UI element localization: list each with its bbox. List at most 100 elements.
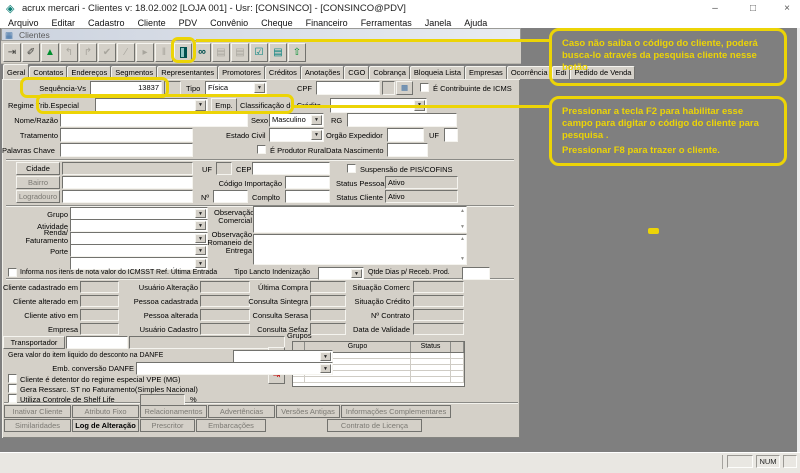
binoculars-icon[interactable]: ∞ <box>193 43 211 62</box>
nome-input[interactable] <box>60 113 248 127</box>
numero-input[interactable] <box>213 190 248 203</box>
menu-convenio[interactable]: Convênio <box>210 18 248 28</box>
versoes-antigas-button[interactable]: Versões Antigas <box>276 405 340 418</box>
tipo-lancto-select[interactable]: ▼ <box>318 267 364 280</box>
contrato-de-licenca-button[interactable]: Contrato de Licença <box>327 419 422 432</box>
chevron-down-icon: ▼ <box>195 246 206 255</box>
cidade-button[interactable]: Cidade <box>16 162 60 175</box>
palavras-chave-input[interactable] <box>60 143 193 157</box>
observacao-romaneio-textarea[interactable]: ▲ ▼ <box>253 234 467 265</box>
advertencias-button[interactable]: Advertências <box>208 405 275 418</box>
grid-row[interactable] <box>293 377 464 383</box>
alterado-em-field <box>80 295 119 307</box>
menu-editar[interactable]: Editar <box>52 18 76 28</box>
prescritor-button[interactable]: Prescritor <box>140 419 195 432</box>
tab-cgo[interactable]: CGO <box>344 66 370 79</box>
tab-segmentos[interactable]: Segmentos <box>111 66 158 79</box>
cep-input[interactable] <box>252 162 330 175</box>
menu-arquivo[interactable]: Arquivo <box>8 18 39 28</box>
rg-label: RG <box>331 116 343 125</box>
embarcacoes-button[interactable]: Embarcações <box>196 419 266 432</box>
import-icon[interactable]: ⇧ <box>288 43 306 62</box>
bairro-input[interactable] <box>62 176 193 189</box>
porte-select[interactable]: ▼ <box>70 244 208 257</box>
uf-rg-input[interactable] <box>444 128 458 142</box>
observacao-comercial-label: Observação Comercial <box>214 208 255 225</box>
shelf-life-checkbox[interactable] <box>8 394 17 403</box>
menu-pdv[interactable]: PDV <box>179 18 198 28</box>
transportador-codigo-input[interactable] <box>66 336 128 349</box>
exit-icon[interactable]: ⇥ <box>3 43 21 62</box>
client-search-icon[interactable] <box>174 43 192 62</box>
menu-cheque[interactable]: Cheque <box>261 18 293 28</box>
pessoa-cadastrada-field <box>200 295 250 307</box>
filter-icon: ▤ <box>212 43 230 62</box>
menu-ferramentas[interactable]: Ferramentas <box>361 18 412 28</box>
informa-icmsst-checkbox[interactable] <box>8 268 17 277</box>
marked-list-icon[interactable]: ☑ <box>250 43 268 62</box>
sequencia-input[interactable]: 13837 <box>90 81 162 95</box>
logradouro-input[interactable] <box>62 190 193 203</box>
vpe-label: Cliente é detentor do regime especial VP… <box>20 375 181 384</box>
tab-bloqueia-lista[interactable]: Bloqueia Lista <box>409 66 466 79</box>
maximize-button[interactable]: □ <box>738 0 768 17</box>
data-nascimento-input[interactable] <box>387 143 428 157</box>
tipo-select[interactable]: Física ▼ <box>205 81 267 95</box>
cpf-input[interactable] <box>316 81 380 95</box>
atributo-fixo-button[interactable]: Atributo Fixo <box>72 405 139 418</box>
produtor-rural-checkbox[interactable] <box>257 145 266 154</box>
tab-contatos[interactable]: Contatos <box>29 66 68 79</box>
cpf-lookup-button[interactable]: ▦ <box>396 81 413 95</box>
tab-ocorrencia[interactable]: Ocorrência <box>506 66 552 79</box>
vpe-checkbox[interactable] <box>8 374 17 383</box>
logradouro-button: Logradouro <box>16 190 60 203</box>
ressarc-checkbox[interactable] <box>8 384 17 393</box>
tab-empresas[interactable]: Empresas <box>465 66 507 79</box>
tab-geral[interactable]: Geral <box>3 64 30 79</box>
qtde-dias-input[interactable] <box>462 267 490 280</box>
menu-janela[interactable]: Janela <box>425 18 452 28</box>
app-icon: ◈ <box>6 3 15 15</box>
tab-representantes[interactable]: Representantes <box>157 66 219 79</box>
pessoa-alterada-label: Pessoa alterada <box>143 311 198 320</box>
gera-valor-danfe-label: Gera valor do item liquido do desconto n… <box>8 352 164 359</box>
annotation-connector-line <box>292 105 549 108</box>
menu-financeiro[interactable]: Financeiro <box>306 18 348 28</box>
minimize-button[interactable]: – <box>700 0 730 17</box>
complto-input[interactable] <box>285 190 330 203</box>
inativar-cliente-button[interactable]: Inativar Cliente <box>4 405 71 418</box>
tab-anotacoes[interactable]: Anotações <box>300 66 345 79</box>
rg-input[interactable] <box>347 113 457 127</box>
record-list-icon[interactable]: ▤ <box>269 43 287 62</box>
emp-button[interactable]: Emp. <box>211 98 237 113</box>
atividade-select[interactable]: ▼ <box>70 219 208 232</box>
tab-enderecos[interactable]: Endereços <box>67 66 112 79</box>
similaridades-button[interactable]: Similaridades <box>4 419 71 432</box>
transportador-button[interactable]: Transportador <box>3 336 65 349</box>
suspensao-pis-cofins-checkbox[interactable] <box>347 164 356 173</box>
numero-label: Nº <box>201 193 210 202</box>
log-de-alteracao-button[interactable]: Log de Alteração <box>72 419 139 432</box>
codigo-importacao-input[interactable] <box>285 176 330 189</box>
relacionamentos-button[interactable]: Relacionamentos <box>140 405 207 418</box>
close-button[interactable]: × <box>772 0 800 17</box>
erase-icon[interactable]: ✐ <box>22 43 40 62</box>
estado-civil-select[interactable]: ▼ <box>269 128 324 142</box>
icms-checkbox[interactable] <box>420 83 429 92</box>
menu-ajuda[interactable]: Ajuda <box>464 18 487 28</box>
observacao-comercial-textarea[interactable]: ▲ ▼ <box>253 206 467 233</box>
tab-creditos[interactable]: Créditos <box>264 66 301 79</box>
informa-icmsst-label: Informa nos itens de nota valor do ICMSS… <box>20 269 218 276</box>
tab-cobranca[interactable]: Cobrança <box>369 66 410 79</box>
emb-conversao-select[interactable]: ▼ <box>136 362 333 375</box>
post-icon[interactable]: ▲ <box>41 43 59 62</box>
tab-promotores[interactable]: Promotores <box>218 66 265 79</box>
menu-cliente[interactable]: Cliente <box>138 18 166 28</box>
informacoes-complementares-button[interactable]: Informações Complementares <box>341 405 451 418</box>
tratamento-input[interactable] <box>60 128 193 142</box>
sexo-select[interactable]: Masculino ▼ <box>269 113 324 127</box>
regime-select[interactable]: ▼ <box>95 98 208 113</box>
chevron-down-icon: ▼ <box>254 83 265 93</box>
orgao-expedidor-input[interactable] <box>387 128 424 142</box>
menu-cadastro[interactable]: Cadastro <box>88 18 125 28</box>
